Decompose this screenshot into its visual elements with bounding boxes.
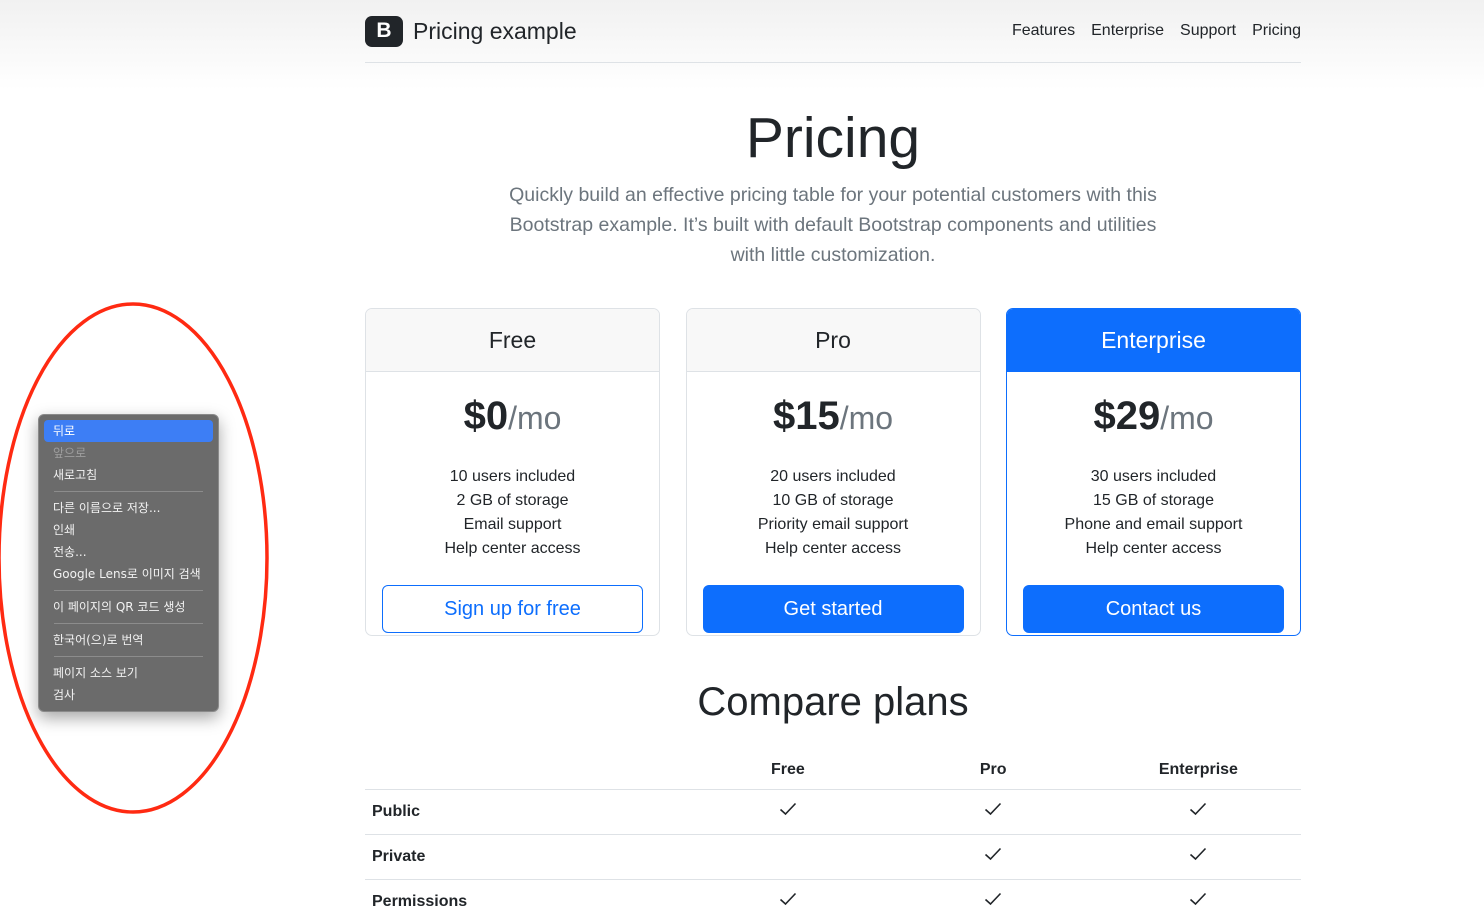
table-cell	[685, 879, 891, 924]
bootstrap-logo-icon: B	[365, 15, 403, 47]
row-label: Public	[365, 789, 686, 835]
pricing-cards: Free $0/mo 10 users included 2 GB of sto…	[365, 308, 1301, 636]
menu-item-save-as[interactable]: 다른 이름으로 저장...	[44, 497, 213, 519]
menu-item-view-source[interactable]: 페이지 소스 보기	[44, 662, 213, 684]
plan-card-free: Free $0/mo 10 users included 2 GB of sto…	[365, 308, 660, 636]
main-nav: Features Enterprise Support Pricing	[1012, 22, 1301, 40]
feature-item: 10 users included	[449, 468, 576, 485]
brand-link[interactable]: B Pricing example	[365, 15, 577, 47]
plan-name: Enterprise	[1007, 309, 1300, 372]
sign-up-button[interactable]: Sign up for free	[382, 585, 643, 633]
menu-item-google-lens[interactable]: Google Lens로 이미지 검색	[44, 563, 213, 585]
table-cell	[685, 789, 891, 835]
plan-features: 10 users included 2 GB of storage Email …	[382, 465, 643, 561]
check-icon	[985, 802, 1002, 816]
feature-item: Help center access	[764, 540, 902, 557]
feature-item: 10 GB of storage	[772, 492, 894, 509]
table-header: Enterprise	[1095, 746, 1301, 790]
check-icon	[1190, 802, 1207, 816]
feature-item: Phone and email support	[1064, 516, 1243, 533]
feature-item: Email support	[463, 516, 562, 533]
hero-lead: Quickly build an effective pricing table…	[509, 184, 1157, 266]
table-row: Private	[365, 834, 1301, 880]
plan-price: $29/mo	[1093, 394, 1214, 438]
compare-section: Compare plans	[365, 676, 1301, 728]
plan-name: Pro	[686, 309, 980, 372]
plan-card-enterprise: Enterprise $29/mo 30 users included 15 G…	[1006, 308, 1301, 636]
check-icon	[1190, 847, 1207, 861]
menu-item-forward: 앞으로	[53, 446, 87, 460]
row-label: Permissions	[365, 879, 686, 924]
plan-card-pro: Pro $15/mo 20 users included 10 GB of st…	[685, 308, 981, 636]
feature-item: 2 GB of storage	[456, 492, 569, 509]
plan-features: 30 users included 15 GB of storage Phone…	[1023, 465, 1284, 561]
nav-link-pricing[interactable]: Pricing	[1252, 22, 1301, 40]
menu-separator	[54, 590, 203, 591]
context-menu: 뒤로 앞으로 새로고침 다른 이름으로 저장... 인쇄 전송... Googl…	[38, 414, 219, 712]
table-cell	[890, 879, 1096, 924]
compare-table: Free Pro Enterprise Public Private Permiss…	[365, 746, 1301, 924]
brand-name: Pricing example	[413, 17, 577, 44]
table-cell	[890, 789, 1096, 835]
plan-price: $15/mo	[772, 394, 894, 438]
row-label: Private	[365, 834, 686, 880]
table-row: Permissions	[365, 879, 1301, 924]
feature-item: Help center access	[1085, 540, 1222, 557]
table-cell	[685, 834, 891, 880]
page-title: Pricing	[745, 106, 921, 170]
menu-separator	[54, 656, 203, 657]
table-header: Pro	[890, 746, 1096, 790]
menu-item-print[interactable]: 인쇄	[44, 519, 213, 541]
nav-link-enterprise[interactable]: Enterprise	[1091, 22, 1164, 40]
check-icon	[985, 847, 1002, 861]
feature-item: Priority email support	[757, 516, 909, 533]
feature-item: 30 users included	[1090, 468, 1217, 485]
plan-features: 20 users included 10 GB of storage Prior…	[703, 465, 964, 561]
check-icon	[985, 892, 1002, 906]
table-header: Free	[685, 746, 891, 790]
table-cell	[890, 834, 1096, 880]
plan-price: $0/mo	[463, 394, 562, 438]
check-icon	[779, 892, 797, 906]
menu-item-inspect[interactable]: 검사	[44, 684, 213, 706]
hero: Pricing Quickly build an effective prici…	[365, 100, 1301, 270]
table-header-empty	[365, 746, 686, 790]
nav-link-support[interactable]: Support	[1180, 22, 1236, 40]
menu-item-reload[interactable]: 새로고침	[44, 464, 213, 486]
nav-link-features[interactable]: Features	[1012, 22, 1075, 40]
table-cell	[1095, 834, 1301, 880]
table-cell	[1095, 789, 1301, 835]
feature-item: 20 users included	[770, 468, 896, 485]
menu-separator	[54, 623, 203, 624]
feature-item: Help center access	[444, 540, 581, 557]
menu-item-translate[interactable]: 한국어(으)로 번역	[44, 629, 213, 651]
check-icon	[1190, 892, 1207, 906]
plan-name: Free	[366, 309, 659, 372]
contact-us-button[interactable]: Contact us	[1023, 585, 1284, 633]
site-header: B Pricing example Features Enterprise Su…	[365, 0, 1301, 63]
compare-title: Compare plans	[697, 680, 969, 724]
menu-separator	[54, 491, 203, 492]
get-started-button[interactable]: Get started	[702, 585, 964, 633]
menu-item-qr-code[interactable]: 이 페이지의 QR 코드 생성	[44, 596, 213, 618]
feature-item: 15 GB of storage	[1093, 492, 1214, 509]
check-icon	[779, 802, 797, 816]
menu-item-back[interactable]: 뒤로	[44, 420, 213, 442]
table-cell	[1095, 879, 1301, 924]
menu-item-send[interactable]: 전송...	[44, 541, 213, 563]
table-row: Public	[365, 789, 1301, 835]
